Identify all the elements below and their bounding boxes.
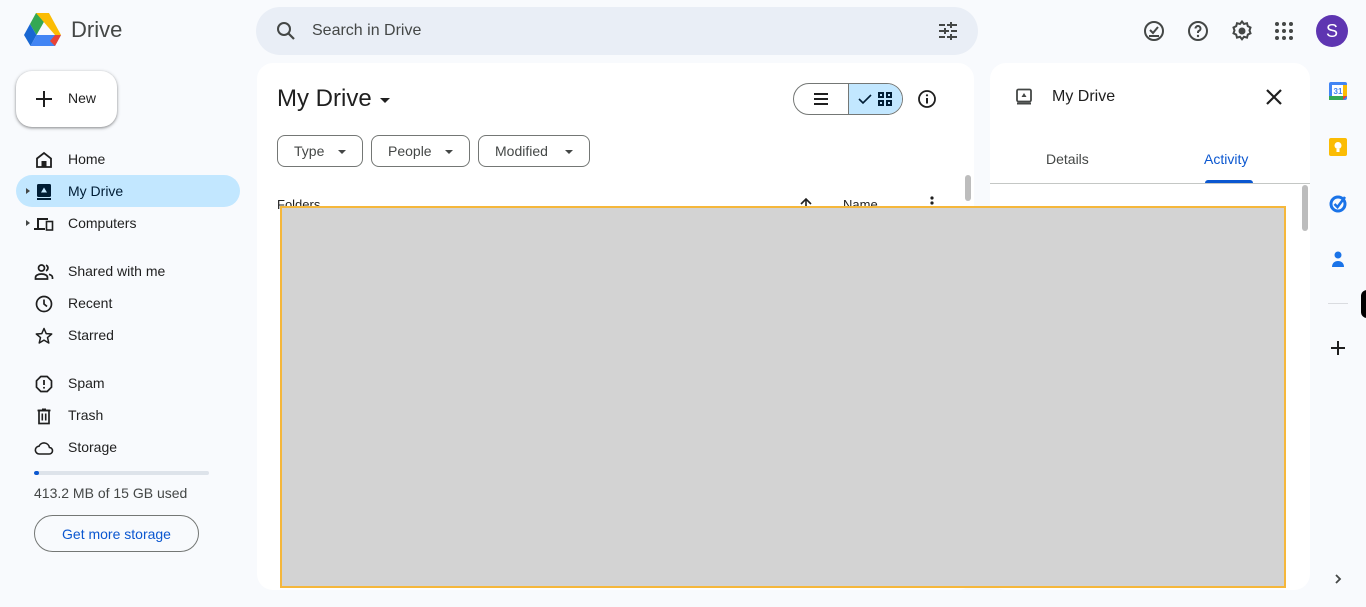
sidebar-item-storage[interactable]: Storage (16, 431, 240, 463)
sidebar-item-trash[interactable]: Trash (16, 399, 240, 431)
chevron-down-icon (379, 97, 390, 103)
calendar-icon[interactable]: 31 (1328, 81, 1348, 101)
tab-details[interactable]: Details (1046, 151, 1089, 167)
sidebar-item-starred[interactable]: Starred (16, 319, 240, 351)
star-icon (35, 327, 53, 344)
app-name: Drive (71, 17, 123, 42)
grid-view-button[interactable] (847, 84, 902, 114)
clock-icon (35, 295, 53, 313)
drive-logo-icon (24, 13, 61, 46)
storage-usage-bar (34, 471, 209, 475)
get-addons-plus-icon[interactable] (1328, 338, 1348, 358)
sidebar-item-recent[interactable]: Recent (16, 287, 240, 319)
keep-icon[interactable] (1328, 137, 1348, 157)
shared-icon (34, 264, 54, 280)
get-more-storage-button[interactable]: Get more storage (34, 515, 199, 552)
location-title[interactable]: My Drive (277, 85, 390, 113)
list-icon (813, 93, 828, 105)
filter-type[interactable]: Type (277, 135, 363, 167)
plus-icon (36, 91, 52, 107)
storage-usage-fill (34, 471, 39, 475)
drive-logo[interactable]: Drive (24, 13, 122, 47)
my-drive-icon (37, 184, 51, 200)
chevron-down-icon (565, 150, 573, 154)
tab-divider (990, 183, 1310, 184)
search-input[interactable] (312, 19, 912, 43)
expand-caret-icon[interactable] (26, 188, 30, 194)
settings-icon[interactable] (1230, 19, 1254, 43)
sidebar-item-shared-with-me[interactable]: Shared with me (16, 255, 240, 287)
new-button[interactable]: New (16, 71, 117, 127)
rail-divider (1328, 303, 1348, 304)
sidebar-item-spam[interactable]: Spam (16, 367, 240, 399)
cloud-icon (34, 442, 54, 455)
my-drive-icon (1016, 88, 1032, 105)
computers-icon (34, 218, 54, 231)
tasks-icon[interactable] (1328, 193, 1348, 213)
account-avatar[interactable]: S (1316, 15, 1348, 47)
offline-ready-icon[interactable] (1142, 19, 1166, 43)
trash-icon (37, 408, 51, 425)
side-panel-handle[interactable] (1361, 290, 1366, 318)
sidebar-item-computers[interactable]: Computers (16, 207, 240, 239)
chevron-down-icon (338, 150, 346, 154)
page-title: My Drive (277, 85, 372, 112)
contacts-icon[interactable] (1328, 249, 1348, 269)
apps-grid-icon[interactable] (1272, 19, 1296, 43)
list-view-button[interactable] (794, 84, 848, 114)
check-icon (858, 94, 873, 105)
expand-caret-icon[interactable] (26, 220, 30, 226)
storage-usage-text: 413.2 MB of 15 GB used (34, 485, 188, 501)
sidebar-item-home[interactable]: Home (16, 143, 240, 175)
tab-activity[interactable]: Activity (1204, 151, 1248, 167)
redaction-overlay (280, 206, 1286, 588)
search-options-icon[interactable] (936, 19, 960, 43)
details-title: My Drive (1052, 88, 1116, 105)
help-icon[interactable] (1186, 19, 1210, 43)
details-scrollbar[interactable] (1302, 185, 1308, 231)
sidebar-item-my-drive[interactable]: My Drive (16, 175, 240, 207)
chevron-down-icon (445, 150, 453, 154)
view-toggle (793, 83, 903, 115)
new-button-label: New (68, 90, 97, 106)
info-icon[interactable] (917, 89, 937, 109)
close-icon[interactable] (1262, 85, 1286, 109)
home-icon (36, 151, 52, 168)
chevron-right-icon[interactable] (1332, 573, 1344, 585)
spam-icon (35, 375, 53, 393)
search-icon[interactable] (274, 19, 298, 43)
search-bar (256, 7, 978, 55)
main-scrollbar[interactable] (965, 175, 971, 201)
svg-text:31: 31 (1334, 87, 1343, 96)
grid-icon (878, 92, 893, 106)
filter-modified[interactable]: Modified (478, 135, 590, 167)
filter-people[interactable]: People (371, 135, 470, 167)
